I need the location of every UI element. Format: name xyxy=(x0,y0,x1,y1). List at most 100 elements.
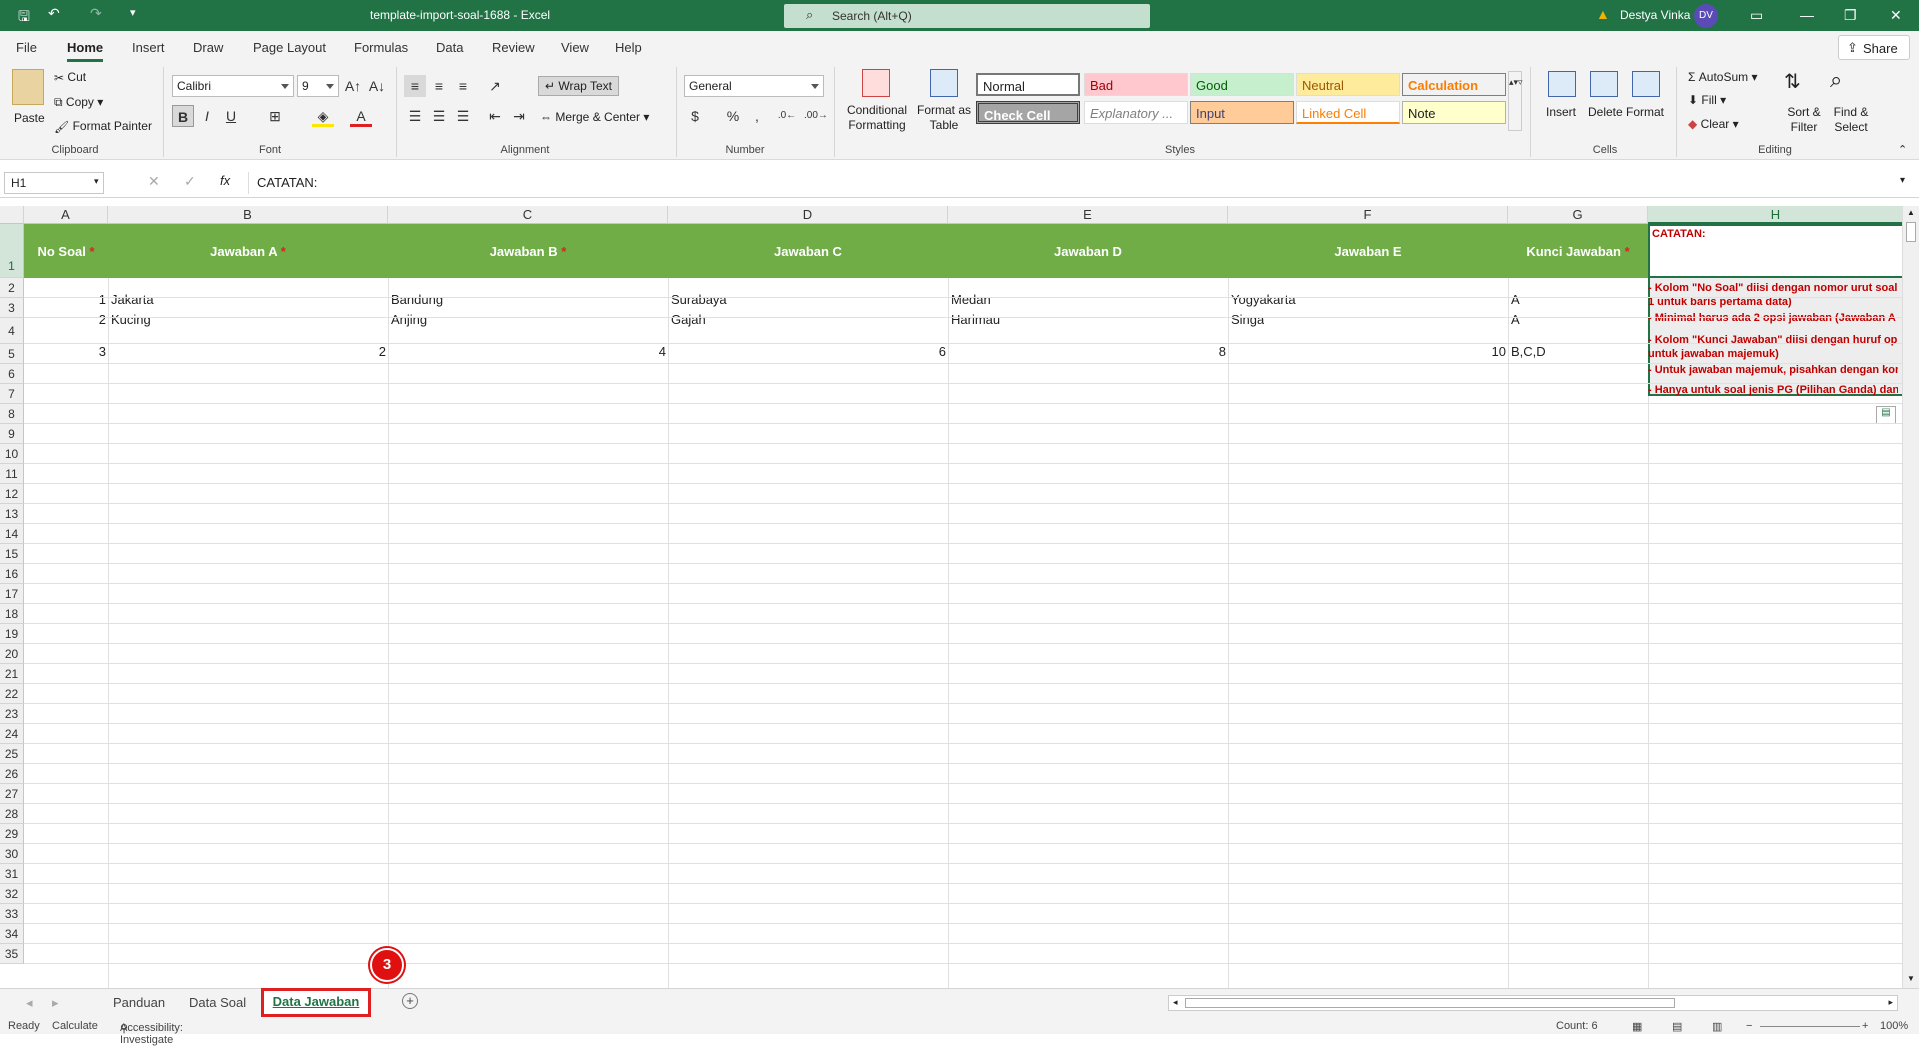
zoom-level[interactable]: 100% xyxy=(1880,1020,1908,1032)
name-box[interactable]: H1 xyxy=(4,172,104,194)
decrease-decimal-icon[interactable]: .00→ xyxy=(804,105,828,127)
shrink-font-icon[interactable]: A↓ xyxy=(366,75,388,97)
style-bad[interactable]: Bad xyxy=(1084,73,1188,96)
cell-c3[interactable]: Anjing xyxy=(391,312,427,327)
format-button[interactable]: Format xyxy=(1626,105,1664,119)
align-middle-icon[interactable]: ≡ xyxy=(428,75,450,97)
normal-view-icon[interactable]: ▦ xyxy=(1632,1020,1642,1033)
scroll-up-icon[interactable]: ▲ xyxy=(1907,208,1915,217)
row-header[interactable]: 35 xyxy=(0,944,24,964)
italic-button[interactable]: I xyxy=(196,105,218,127)
cell-b4[interactable]: 2 xyxy=(108,344,386,359)
style-calculation[interactable]: Calculation xyxy=(1402,73,1506,96)
row-header[interactable]: 21 xyxy=(0,664,24,684)
style-note[interactable]: Note xyxy=(1402,101,1506,124)
row-header[interactable]: 9 xyxy=(0,424,24,444)
header-jawaban-a[interactable]: Jawaban A * xyxy=(108,244,388,259)
format-as-table-button[interactable]: Format as Table xyxy=(916,103,972,133)
cell-d3[interactable]: Gajah xyxy=(671,312,706,327)
row-header[interactable]: 28 xyxy=(0,804,24,824)
row-header[interactable]: 15 xyxy=(0,544,24,564)
zoom-out-icon[interactable]: − xyxy=(1746,1020,1752,1032)
column-header-c[interactable]: C xyxy=(388,206,668,224)
ribbon-display-icon[interactable]: ▭ xyxy=(1750,7,1763,24)
font-name-dropdown[interactable]: Calibri xyxy=(172,75,294,97)
paste-icon[interactable] xyxy=(12,69,44,105)
save-icon[interactable]: 🖫 xyxy=(18,6,30,30)
sheet-tab-panduan[interactable]: Panduan xyxy=(113,995,165,1010)
increase-decimal-icon[interactable]: .0← xyxy=(776,105,798,127)
sheet-tab-data-soal[interactable]: Data Soal xyxy=(189,995,246,1010)
close-icon[interactable]: ✕ xyxy=(1890,7,1902,24)
scroll-left-icon[interactable]: ◂ xyxy=(1173,997,1178,1008)
cell-g2[interactable]: A xyxy=(1511,292,1520,307)
row-header[interactable]: 1 xyxy=(0,224,24,278)
style-normal[interactable]: Normal xyxy=(976,73,1080,96)
row-header[interactable]: 31 xyxy=(0,864,24,884)
tab-formulas[interactable]: Formulas xyxy=(354,40,408,55)
column-header-b[interactable]: B xyxy=(108,206,388,224)
page-break-icon[interactable]: ▥ xyxy=(1712,1020,1722,1033)
row-header[interactable]: 5 xyxy=(0,344,24,364)
expand-formula-icon[interactable]: ▾ xyxy=(1900,175,1905,186)
undo-icon[interactable]: ↶ xyxy=(48,5,60,22)
style-good[interactable]: Good xyxy=(1190,73,1294,96)
style-check-cell[interactable]: Check Cell xyxy=(976,101,1080,124)
header-jawaban-c[interactable]: Jawaban C xyxy=(668,244,948,259)
column-header-h[interactable]: H xyxy=(1648,206,1902,224)
cancel-icon[interactable]: ✕ xyxy=(148,173,160,190)
sheet-tab-data-jawaban[interactable]: Data Jawaban xyxy=(261,988,371,1017)
row-header[interactable]: 6 xyxy=(0,364,24,384)
scroll-down-icon[interactable]: ▼ xyxy=(1907,974,1915,983)
find-select-button[interactable]: Find & Select xyxy=(1826,105,1876,135)
row-header[interactable]: 16 xyxy=(0,564,24,584)
header-kunci-jawaban[interactable]: Kunci Jawaban * xyxy=(1508,244,1648,259)
format-painter-button[interactable]: 🖌 Format Painter xyxy=(54,119,152,134)
column-header-a[interactable]: A xyxy=(24,206,108,224)
cell-g4[interactable]: B,C,D xyxy=(1511,344,1546,359)
collapse-ribbon-icon[interactable]: ⌃ xyxy=(1898,143,1907,156)
cell-a3[interactable]: 2 xyxy=(24,312,106,327)
header-jawaban-d[interactable]: Jawaban D xyxy=(948,244,1228,259)
comma-icon[interactable]: , xyxy=(746,105,768,127)
cell-a2[interactable]: 1 xyxy=(24,292,106,307)
share-button[interactable]: ⇪ Share xyxy=(1838,35,1910,60)
row-header[interactable]: 33 xyxy=(0,904,24,924)
row-header[interactable]: 14 xyxy=(0,524,24,544)
cell-f3[interactable]: Singa xyxy=(1231,312,1264,327)
cell-f4[interactable]: 10 xyxy=(1228,344,1506,359)
style-linked-cell[interactable]: Linked Cell xyxy=(1296,101,1400,124)
styles-more-icon[interactable]: ▴▾▿ xyxy=(1508,71,1523,131)
delete-button[interactable]: Delete xyxy=(1588,105,1623,119)
row-header[interactable]: 20 xyxy=(0,644,24,664)
row-header[interactable]: 3 xyxy=(0,298,24,318)
cell-g3[interactable]: A xyxy=(1511,312,1520,327)
cell-d4[interactable]: 6 xyxy=(668,344,946,359)
tab-insert[interactable]: Insert xyxy=(132,40,165,55)
select-all-corner[interactable] xyxy=(0,206,24,224)
cell-e4[interactable]: 8 xyxy=(948,344,1226,359)
bold-button[interactable]: B xyxy=(172,105,194,127)
warning-icon[interactable]: ▲ xyxy=(1596,6,1610,22)
align-bottom-icon[interactable]: ≡ xyxy=(452,75,474,97)
row-header[interactable]: 19 xyxy=(0,624,24,644)
h-scroll-thumb[interactable] xyxy=(1185,998,1675,1008)
row-header[interactable]: 8 xyxy=(0,404,24,424)
row-header[interactable]: 34 xyxy=(0,924,24,944)
row-header[interactable]: 7 xyxy=(0,384,24,404)
cell-d2[interactable]: Surabaya xyxy=(671,292,727,307)
font-color-icon[interactable]: A xyxy=(350,105,372,127)
style-input[interactable]: Input xyxy=(1190,101,1294,124)
increase-indent-icon[interactable]: ⇥ xyxy=(508,105,530,127)
borders-icon[interactable]: ⊞ xyxy=(264,105,286,127)
spreadsheet-grid[interactable]: A B C D E F G H No Soal * Jawaban A * Ja… xyxy=(0,206,1902,988)
orientation-icon[interactable]: ↗ xyxy=(484,75,506,97)
next-sheet-icon[interactable]: ▸ xyxy=(52,995,59,1011)
column-header-d[interactable]: D xyxy=(668,206,948,224)
scroll-right-icon[interactable]: ▸ xyxy=(1888,997,1893,1008)
search-box[interactable]: ⌕ Search (Alt+Q) xyxy=(784,4,1150,28)
cell-c4[interactable]: 4 xyxy=(388,344,666,359)
status-calculate[interactable]: Calculate xyxy=(52,1020,98,1032)
page-layout-icon[interactable]: ▤ xyxy=(1672,1020,1682,1033)
tab-home[interactable]: Home xyxy=(67,40,104,62)
